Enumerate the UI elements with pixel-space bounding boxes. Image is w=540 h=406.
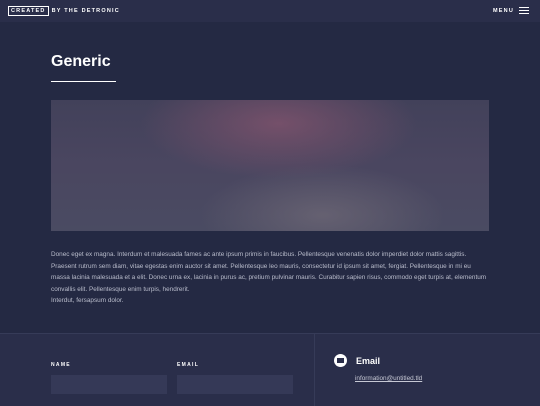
body-paragraph: Donec eget ex magna. Interdum et malesua… [51,251,487,293]
site-logo[interactable]: CREATED BY THE DETRONIC [8,6,120,16]
page-title: Generic [51,53,111,70]
main-content: Generic Donec eget ex magna. Interdum et… [0,22,540,333]
name-label: NAME [51,362,71,368]
banner-image [51,100,489,231]
title-underline [51,81,116,82]
envelope-icon [334,354,347,367]
menu-label: MENU [493,7,514,14]
name-field[interactable] [51,375,167,394]
menu-button[interactable]: MENU [493,7,529,14]
email-field[interactable] [177,375,293,394]
logo-box-text: CREATED [8,6,49,16]
top-header: CREATED BY THE DETRONIC MENU [0,0,540,22]
email-label: EMAIL [177,362,200,368]
logo-text: BY THE DETRONIC [51,8,120,14]
email-address-link[interactable]: information@untitled.tld [355,375,422,382]
email-heading: Email [356,356,381,366]
contact-footer: NAME EMAIL Email information@untitled.tl… [0,333,540,406]
hamburger-icon [519,7,529,14]
footer-divider [314,334,315,406]
body-paragraph: Interdut, fersapsum dolor. [51,297,124,304]
